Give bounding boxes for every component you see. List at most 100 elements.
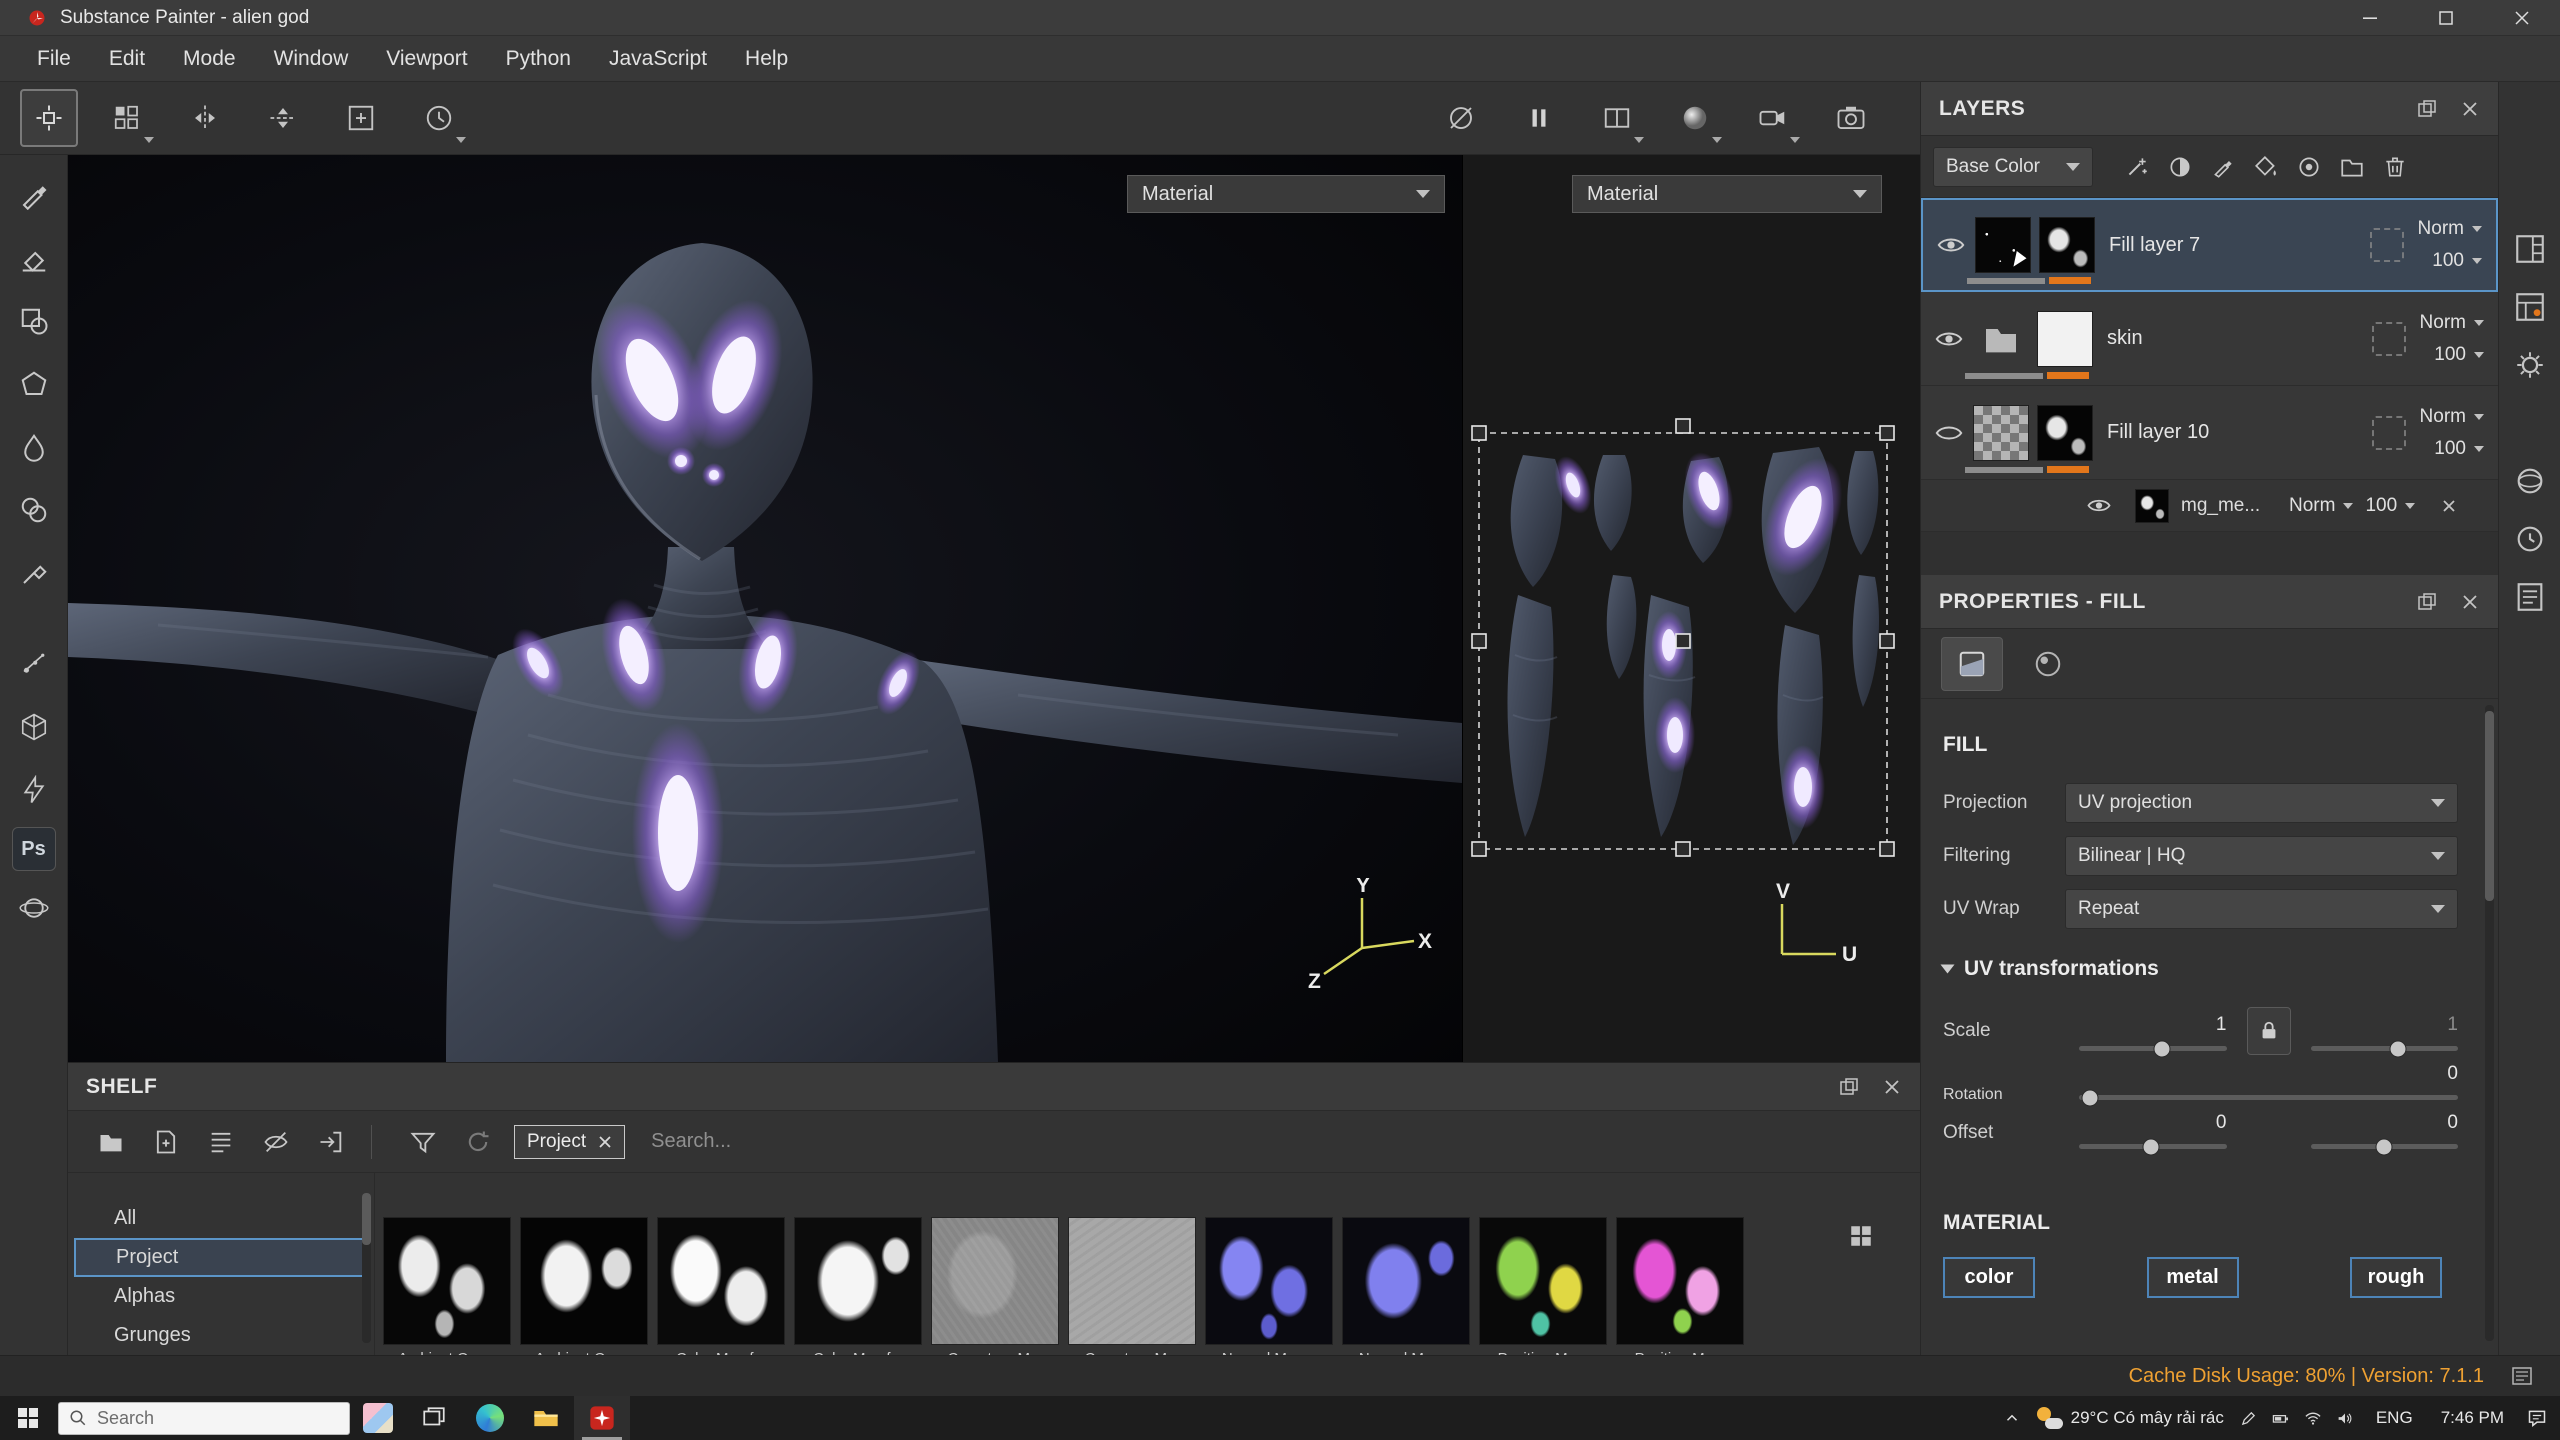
viewport-3d-material-select[interactable]: Material [1127,175,1445,213]
taskbar-search[interactable] [58,1401,350,1435]
new-resource-icon[interactable] [144,1120,188,1164]
taskbar-weather[interactable]: 29°C Có mây rải rác [2036,1407,2224,1429]
rotation-value[interactable]: 0 [2079,1063,2458,1085]
filtering-select[interactable]: Bilinear | HQ [2065,836,2458,876]
tray-wifi-icon[interactable] [2304,1410,2322,1427]
symmetry-x-button[interactable] [176,89,234,147]
import-resources-icon[interactable] [309,1120,353,1164]
projection-tool[interactable] [8,295,60,347]
category-grunges[interactable]: Grunges [68,1316,374,1355]
layer-subrow-mask-effect[interactable]: mg_me... Norm 100 [1921,480,2498,532]
viewport-2d-canvas[interactable]: Material V U [1462,155,1920,1062]
camera-photo-button[interactable] [1822,89,1880,147]
remove-filter-icon[interactable] [598,1135,612,1149]
tab-fill-properties[interactable] [1941,636,2003,691]
offset-u-slider[interactable] [2079,1138,2227,1155]
layer-mask-thumbnail[interactable] [2039,217,2095,273]
particles-tool[interactable] [8,638,60,690]
visibility-eye-icon[interactable] [1933,234,1969,256]
maximize-button[interactable] [2408,0,2484,36]
channel-metal-button[interactable]: metal [2146,1257,2239,1298]
opacity-select[interactable]: 100 [2434,344,2484,366]
taskbar-file-explorer-icon[interactable] [518,1396,574,1440]
photoshop-icon[interactable]: Ps [11,827,56,871]
add-effect-icon[interactable] [2124,154,2150,180]
material-mode-button[interactable] [1666,89,1724,147]
add-folder-icon[interactable] [2339,154,2365,180]
dock-settings-panel-icon[interactable] [2513,348,2547,382]
start-button[interactable] [0,1396,56,1440]
visibility-eye-icon[interactable] [1931,328,1967,350]
minimize-button[interactable] [2332,0,2408,36]
taskbar-search-input[interactable] [97,1407,317,1429]
resource-thumbnail[interactable]: Ambient Occ... [520,1217,648,1355]
folder-icon[interactable] [1973,311,2029,367]
snap-grid-button[interactable] [98,89,156,147]
blend-mode-select[interactable]: Norm [2420,406,2484,428]
camera-video-button[interactable] [1744,89,1802,147]
display-settings-toggle-button[interactable] [1432,89,1490,147]
category-alphas[interactable]: Alphas [68,1277,374,1316]
resource-thumbnail[interactable]: Normal Map... [1342,1217,1470,1355]
filter-funnel-icon[interactable] [401,1120,445,1164]
resource-thumbnail[interactable]: Normal Map... [1205,1217,1333,1355]
scale-lock-button[interactable] [2246,1007,2291,1055]
dock-layers-panel-icon[interactable] [2513,232,2547,266]
split-view-button[interactable] [1588,89,1646,147]
category-project[interactable]: Project [74,1238,368,1277]
iray-renderer-icon[interactable] [8,882,60,934]
taskbar-edge-icon[interactable] [462,1396,518,1440]
effects-tool[interactable] [8,764,60,816]
layer-row-skin[interactable]: skin Norm 100 [1921,292,2498,386]
blend-mode-select[interactable]: Norm [2289,495,2354,517]
opacity-select[interactable]: 100 [2434,438,2484,460]
rotation-slider[interactable] [2079,1089,2458,1106]
properties-scrollbar[interactable] [2485,705,2494,1341]
manipulator-gizmo-button[interactable] [20,89,78,147]
uv-transformations-heading[interactable]: UV transformations [1940,957,2458,981]
offset-v-slider[interactable] [2310,1138,2458,1155]
undock-panel-icon[interactable] [2416,98,2438,120]
category-all[interactable]: All [68,1199,374,1238]
tab-material-properties[interactable] [2017,637,2079,691]
add-frame-button[interactable] [332,89,390,147]
layer-mask-thumbnail[interactable] [2037,404,2093,461]
dock-texture-set-panel-icon[interactable] [2513,290,2547,324]
menu-file[interactable]: File [18,36,90,82]
task-view-button[interactable] [406,1396,462,1440]
close-panel-icon[interactable] [2460,592,2480,612]
scale-v-value[interactable]: 1 [2311,1014,2458,1036]
clone-tool[interactable] [8,484,60,536]
viewport-2d-material-select[interactable]: Material [1572,175,1882,213]
polygon-fill-tool[interactable] [8,358,60,410]
add-smart-material-icon[interactable] [2296,154,2322,180]
dock-shader-settings-icon[interactable] [2513,464,2547,498]
add-paint-layer-icon[interactable] [2210,154,2236,180]
opacity-select[interactable]: 100 [2432,250,2482,272]
projection-select[interactable]: UV projection [2065,783,2458,823]
resource-thumbnail[interactable]: Ambient Occ... [383,1217,511,1355]
smudge-tool[interactable] [8,421,60,473]
undock-panel-icon[interactable] [1838,1076,1860,1098]
close-panel-icon[interactable] [2460,99,2480,119]
geometry-mask-tool[interactable] [8,701,60,753]
taskbar-clock[interactable]: 7:46 PM [2435,1408,2510,1428]
resource-thumbnail[interactable]: Position Ma... [1479,1217,1607,1355]
scale-u-slider[interactable] [2079,1040,2227,1057]
menu-window[interactable]: Window [255,36,368,82]
shelf-search-input[interactable] [651,1130,1890,1153]
shelf-folder-icon[interactable] [89,1120,133,1164]
channel-color-button[interactable]: color [1943,1257,2035,1298]
tray-pen-icon[interactable] [2240,1410,2257,1427]
eraser-tool[interactable] [8,232,60,284]
resource-thumbnail[interactable]: Curvature M... [931,1217,1059,1355]
offset-u-value[interactable]: 0 [2079,1112,2227,1134]
menu-javascript[interactable]: JavaScript [590,36,726,82]
history-clock-button[interactable] [410,89,468,147]
pause-engine-button[interactable] [1510,89,1568,147]
status-panel-icon[interactable] [2510,1364,2534,1388]
layer-mask-thumbnail[interactable] [2037,310,2093,367]
blend-mode-select[interactable]: Norm [2418,218,2482,240]
resource-thumbnail[interactable]: Position Ma... [1616,1217,1744,1355]
add-fill-layer-icon[interactable] [2253,154,2279,180]
